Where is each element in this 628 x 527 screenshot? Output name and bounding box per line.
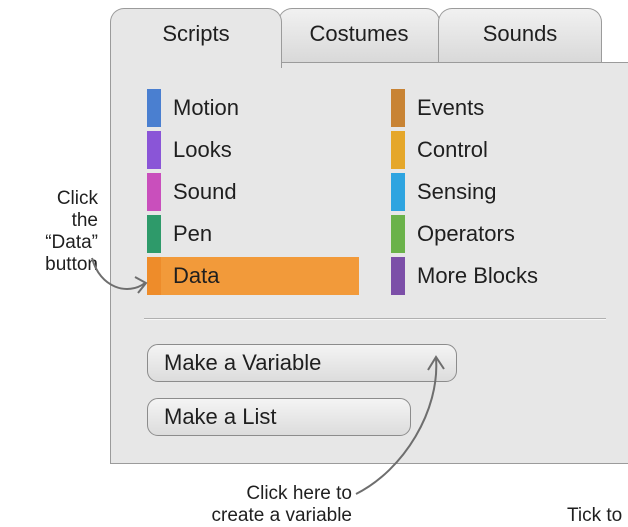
callout-line: “Data”: [45, 232, 98, 253]
category-data[interactable]: Data: [147, 257, 359, 295]
category-label: Pen: [173, 221, 213, 246]
variable-callout: Click here to create a variable: [180, 483, 352, 527]
callout-line: button: [45, 254, 98, 275]
data-button-callout: Click the “Data” button: [26, 188, 98, 276]
looks-color-swatch: [147, 131, 161, 169]
more-blocks-color-swatch: [391, 257, 405, 295]
cutoff-caption: Tick to: [567, 505, 623, 526]
sensing-color-swatch: [391, 173, 405, 211]
control-color-swatch: [391, 131, 405, 169]
block-palette-panel: Motion Looks Sound Pen Data Events Contr…: [110, 62, 628, 464]
category-control[interactable]: Control: [391, 131, 571, 169]
callout-line: Click the: [56, 188, 98, 231]
category-label: Looks: [173, 137, 232, 162]
category-events[interactable]: Events: [391, 89, 571, 127]
category-label: Motion: [173, 95, 240, 120]
callout-line: create a variable: [211, 505, 352, 526]
tab-scripts[interactable]: Scripts: [110, 8, 282, 68]
category-label: Events: [417, 95, 485, 120]
tab-sounds[interactable]: Sounds: [438, 8, 602, 64]
motion-color-swatch: [147, 89, 161, 127]
category-label: Operators: [417, 221, 515, 246]
category-looks[interactable]: Looks: [147, 131, 297, 169]
tab-costumes[interactable]: Costumes: [278, 8, 440, 64]
pen-color-swatch: [147, 215, 161, 253]
operators-color-swatch: [391, 215, 405, 253]
category-pen[interactable]: Pen: [147, 215, 297, 253]
sound-color-swatch: [147, 173, 161, 211]
category-label: Control: [417, 137, 488, 162]
make-variable-button[interactable]: Make a Variable: [147, 344, 457, 382]
category-label: Sensing: [417, 179, 497, 204]
category-sensing[interactable]: Sensing: [391, 173, 571, 211]
callout-line: Click here to: [246, 483, 352, 504]
category-sound[interactable]: Sound: [147, 173, 297, 211]
category-operators[interactable]: Operators: [391, 215, 571, 253]
category-label: More Blocks: [417, 263, 539, 288]
data-color-swatch: [147, 257, 161, 295]
category-motion[interactable]: Motion: [147, 89, 297, 127]
category-label: Data: [173, 263, 220, 288]
category-more-blocks[interactable]: More Blocks: [391, 257, 591, 295]
make-list-button[interactable]: Make a List: [147, 398, 411, 436]
palette-divider: [144, 318, 606, 320]
events-color-swatch: [391, 89, 405, 127]
category-label: Sound: [173, 179, 237, 204]
